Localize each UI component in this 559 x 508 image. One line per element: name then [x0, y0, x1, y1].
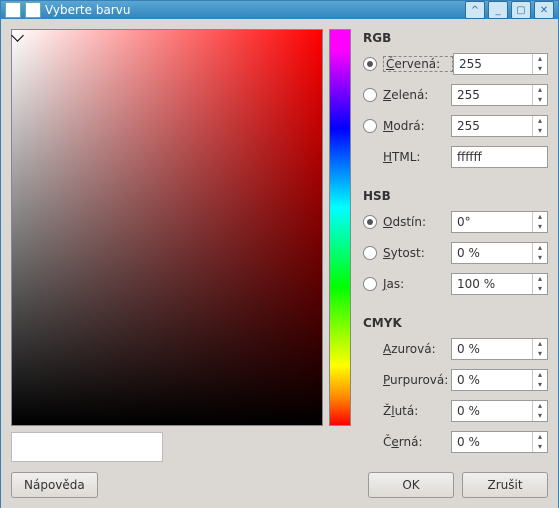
radio-red[interactable]	[363, 57, 377, 71]
down-icon[interactable]: ▾	[533, 284, 547, 294]
radio-sat[interactable]	[363, 246, 377, 260]
help-button[interactable]: Nápověda	[11, 472, 98, 498]
cmyk-title: CMYK	[363, 316, 548, 330]
ok-button[interactable]: OK	[368, 472, 454, 498]
right-column: RGB Červená: 255▴▾ Zelená: 255▴▾ Modrá: …	[363, 29, 548, 462]
app-icon	[5, 2, 21, 18]
label-hue: Odstín:	[383, 215, 451, 229]
spin-sat[interactable]: 0 %▴▾	[451, 242, 548, 264]
radio-green[interactable]	[363, 88, 377, 102]
down-icon[interactable]: ▾	[533, 222, 547, 232]
rollup-button[interactable]: ^	[465, 1, 485, 19]
down-icon[interactable]: ▾	[533, 253, 547, 263]
rgb-title: RGB	[363, 31, 548, 45]
down-icon[interactable]: ▾	[533, 64, 547, 74]
label-magenta: Purpurová:	[383, 373, 451, 387]
up-icon[interactable]: ▴	[533, 54, 547, 64]
down-icon[interactable]: ▾	[533, 349, 547, 359]
saturation-value-panel[interactable]	[11, 29, 323, 426]
down-icon[interactable]: ▾	[533, 380, 547, 390]
maximize-button[interactable]: ▢	[511, 1, 531, 19]
radio-bri[interactable]	[363, 277, 377, 291]
spin-magenta[interactable]: 0 %▴▾	[451, 369, 548, 391]
color-dialog-window: Vyberte barvu ^ _ ▢ ✕ RGB Červená: 255▴▾	[0, 0, 559, 508]
dialog-body: RGB Červená: 255▴▾ Zelená: 255▴▾ Modrá: …	[1, 19, 558, 508]
label-black: Černá:	[383, 435, 451, 449]
down-icon[interactable]: ▾	[533, 95, 547, 105]
up-icon[interactable]: ▴	[533, 274, 547, 284]
hue-bar[interactable]	[329, 29, 351, 426]
radio-hue[interactable]	[363, 215, 377, 229]
left-column	[11, 29, 323, 462]
color-preview	[11, 432, 163, 462]
label-cyan: Azurová:	[383, 342, 451, 356]
up-icon[interactable]: ▴	[533, 116, 547, 126]
spin-cyan[interactable]: 0 %▴▾	[451, 338, 548, 360]
spin-blue[interactable]: 255▴▾	[451, 115, 548, 137]
window-title: Vyberte barvu	[45, 3, 462, 17]
label-green: Zelená:	[383, 88, 451, 102]
up-icon[interactable]: ▴	[533, 339, 547, 349]
down-icon[interactable]: ▾	[533, 442, 547, 452]
spin-hue[interactable]: 0°▴▾	[451, 211, 548, 233]
up-icon[interactable]: ▴	[533, 432, 547, 442]
main-row: RGB Červená: 255▴▾ Zelená: 255▴▾ Modrá: …	[11, 29, 548, 462]
spin-red[interactable]: 255▴▾	[453, 53, 548, 75]
up-icon[interactable]: ▴	[533, 243, 547, 253]
document-icon	[25, 2, 41, 18]
label-blue: Modrá:	[383, 119, 451, 133]
minimize-button[interactable]: _	[488, 1, 508, 19]
footer: Nápověda OK Zrušit	[11, 472, 548, 498]
up-icon[interactable]: ▴	[533, 85, 547, 95]
spin-green[interactable]: 255▴▾	[451, 84, 548, 106]
hsb-title: HSB	[363, 189, 548, 203]
label-html: HTML:	[383, 150, 451, 164]
down-icon[interactable]: ▾	[533, 126, 547, 136]
label-bri: Jas:	[383, 277, 451, 291]
spin-black[interactable]: 0 %▴▾	[451, 431, 548, 453]
up-icon[interactable]: ▴	[533, 370, 547, 380]
label-yellow: Žlutá:	[383, 404, 451, 418]
label-red: Červená:	[383, 56, 453, 72]
up-icon[interactable]: ▴	[533, 212, 547, 222]
html-field[interactable]: ffffff	[451, 146, 548, 168]
cancel-button[interactable]: Zrušit	[462, 472, 548, 498]
radio-blue[interactable]	[363, 119, 377, 133]
up-icon[interactable]: ▴	[533, 401, 547, 411]
close-button[interactable]: ✕	[534, 1, 554, 19]
down-icon[interactable]: ▾	[533, 411, 547, 421]
spin-yellow[interactable]: 0 %▴▾	[451, 400, 548, 422]
label-sat: Sytost:	[383, 246, 451, 260]
titlebar[interactable]: Vyberte barvu ^ _ ▢ ✕	[1, 1, 558, 19]
spin-bri[interactable]: 100 %▴▾	[451, 273, 548, 295]
